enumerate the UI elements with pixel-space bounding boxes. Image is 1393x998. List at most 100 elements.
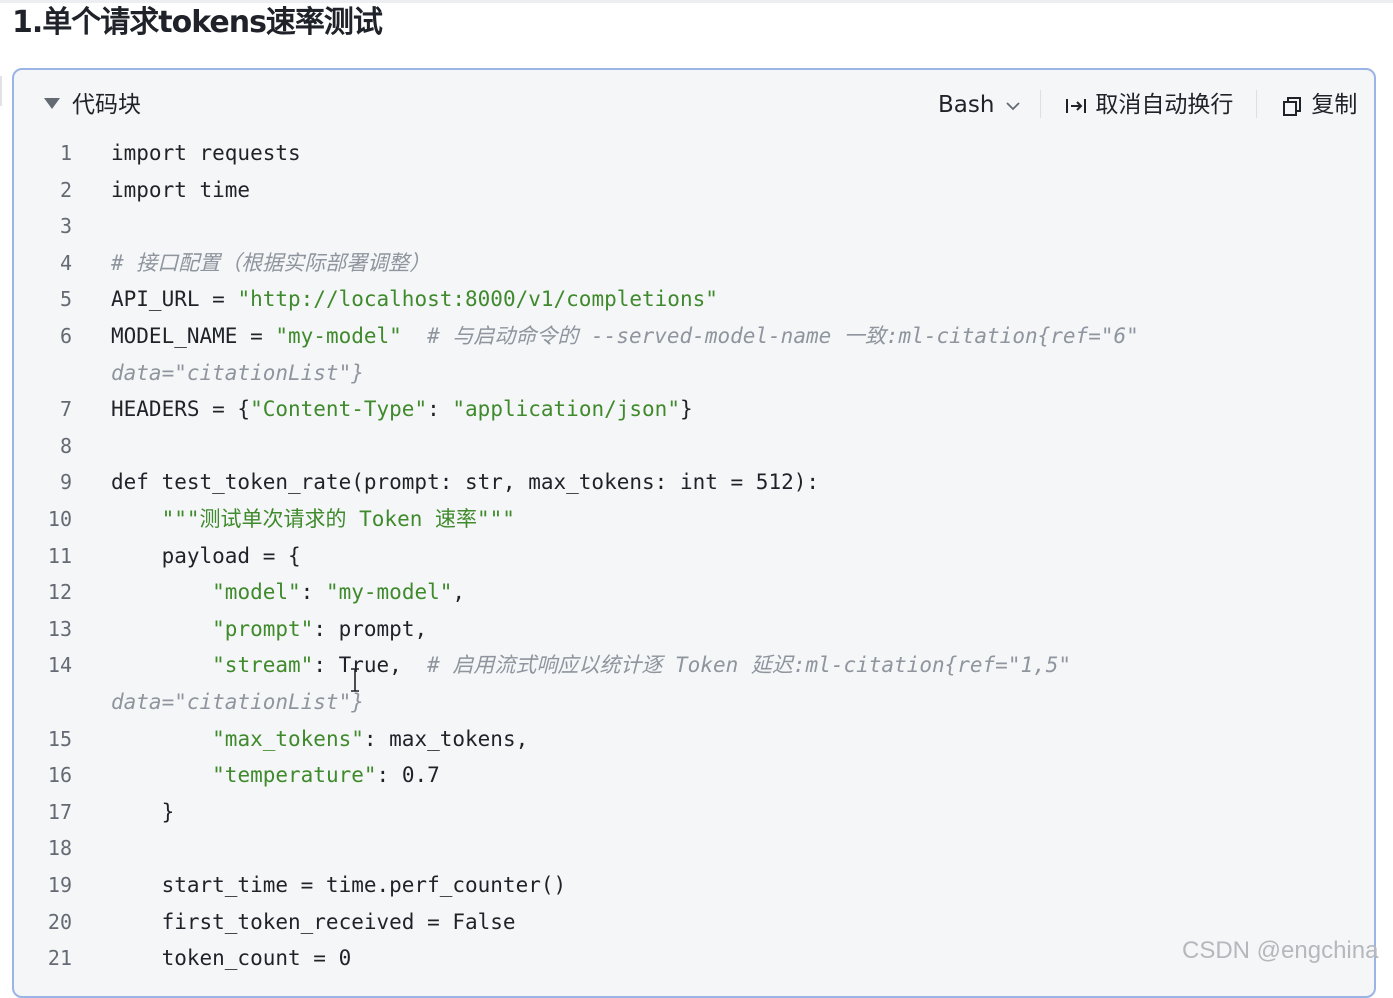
chevron-down-icon (1002, 92, 1024, 118)
code-line: 20 first_token_received = False (0, 904, 1393, 941)
code-token: import requests (111, 141, 301, 165)
section-heading: 1.单个请求tokens速率测试 (12, 5, 383, 40)
string-token: "temperature" (212, 763, 377, 788)
toggle-wrap-button[interactable]: 取消自动换行 (1064, 88, 1233, 122)
line-number: 21 (47, 946, 72, 971)
line-number: 17 (47, 799, 72, 824)
line-number: 12 (47, 580, 72, 605)
code-text: HEADERS = {"Content-Type": "application/… (111, 391, 693, 428)
wrap-toggle-icon (1064, 92, 1095, 118)
line-number: 8 (59, 433, 72, 458)
code-text: "stream": True, # 启用流式响应以统计逐 Token 延迟:ml… (111, 647, 1071, 684)
collapse-triangle-icon[interactable] (44, 98, 60, 109)
code-text: first_token_received = False (111, 904, 516, 941)
code-token: token_count = 0 (111, 946, 352, 971)
code-text: start_time = time.perf_counter() (111, 867, 567, 904)
code-text: "model": "my-model", (111, 574, 465, 611)
code-token: } (111, 799, 175, 824)
code-token: HEADERS = { (111, 397, 251, 422)
code-line: 5 API_URL = "http://localhost:8000/v1/com… (0, 281, 1393, 318)
line-number: 3 (59, 214, 72, 239)
code-text: payload = { (111, 538, 301, 575)
code-token: , (452, 580, 466, 605)
code-text: API_URL = "http://localhost:8000/v1/comp… (111, 281, 718, 318)
code-text: def test_token_rate(prompt: str, max_tok… (111, 464, 819, 501)
line-number: 5 (59, 287, 72, 312)
code-line: 7 HEADERS = {"Content-Type": "application… (0, 391, 1393, 428)
code-line: 2 import time (0, 172, 1393, 209)
code-token: : (427, 397, 453, 422)
code-line: 14 "stream": True, # 启用流式响应以统计逐 Token 延迟… (0, 647, 1393, 684)
comment-token: # 启用流式响应以统计逐 Token 延迟:ml-citation{ref="1… (427, 653, 1072, 678)
code-block-title: 代码块 (72, 92, 141, 118)
code-token: API_URL = (111, 287, 238, 312)
line-number: 13 (47, 616, 72, 641)
line-number: 4 (59, 250, 72, 275)
language-label: Bash (938, 92, 995, 118)
code-text: MODEL_NAME = "my-model" # 与启动命令的 --serve… (111, 318, 1139, 355)
code-line: 13 "prompt": prompt, (0, 611, 1393, 648)
code-line: 12 "model": "my-model", (0, 574, 1393, 611)
line-number: 20 (47, 909, 72, 934)
code-line: 15 "max_tokens": max_tokens, (0, 721, 1393, 758)
code-text: } (111, 794, 175, 831)
code-line: 8 (0, 428, 1393, 465)
code-token: : (300, 580, 326, 605)
code-line: 19 start_time = time.perf_counter() (0, 867, 1393, 904)
code-line: 3 (0, 208, 1393, 245)
code-line: 17 } (0, 794, 1393, 831)
code-line: 1 import requests (0, 135, 1393, 172)
string-token: "max_tokens" (212, 726, 364, 751)
string-token: "http://localhost:8000/v1/completions" (237, 287, 718, 312)
code-token: import time (111, 177, 251, 202)
toolbar-separator (1040, 90, 1041, 118)
string-token: "application/json" (452, 397, 680, 422)
code-text: import requests (111, 135, 301, 172)
code-token: start_time = time.perf_counter() (111, 873, 567, 897)
code-line: 10 """测试单次请求的 Token 速率""" (0, 501, 1393, 538)
code-text: token_count = 0 (111, 940, 352, 977)
code-token: : prompt, (313, 616, 428, 641)
string-token: "stream" (212, 653, 314, 678)
code-text: "prompt": prompt, (111, 611, 427, 648)
code-line: 16 "temperature": 0.7 (0, 757, 1393, 794)
line-number: 10 (47, 507, 72, 531)
code-token: : 0.7 (376, 763, 440, 788)
copy-button[interactable]: 复制 (1280, 88, 1357, 122)
string-token: "model" (212, 580, 301, 605)
code-text: import time (111, 172, 250, 209)
comment-token: data="citationList"} (111, 690, 364, 714)
copy-icon (1280, 92, 1311, 118)
line-number: 19 (47, 873, 72, 897)
code-line-wrap: data="citationList"} (0, 684, 1393, 721)
toolbar-separator (1256, 90, 1257, 118)
code-text: "max_tokens": max_tokens, (111, 721, 528, 758)
wrap-toggle-label: 取消自动换行 (1095, 92, 1234, 118)
line-number: 2 (59, 177, 72, 202)
line-number: 14 (47, 653, 72, 678)
code-line: 9 def test_token_rate(prompt: str, max_to… (0, 464, 1393, 501)
line-number: 9 (59, 470, 72, 495)
language-select[interactable]: Bash (938, 88, 1024, 122)
line-number: 15 (47, 726, 72, 751)
code-token: } (679, 397, 693, 422)
code-token: MODEL_NAME = (111, 324, 276, 348)
line-number: 6 (59, 324, 72, 348)
comment-token: data="citationList"} (111, 360, 364, 385)
line-number: 7 (59, 397, 72, 422)
code-text: # 接口配置（根据实际部署调整） (111, 245, 430, 282)
copy-label: 复制 (1311, 92, 1358, 118)
comment-token: # 与启动命令的 --served-model-name 一致:ml-citat… (427, 324, 1139, 348)
code-line: 6 MODEL_NAME = "my-model" # 与启动命令的 --serv… (0, 318, 1393, 355)
line-number: 18 (47, 836, 72, 861)
string-token: "my-model" (275, 324, 402, 348)
string-token: "Content-Type" (250, 397, 428, 422)
code-block-toolbar: 代码块 Bash 取消自动换行 复制 (14, 70, 1374, 140)
string-token: "my-model" (325, 580, 453, 605)
line-number: 16 (47, 763, 72, 788)
